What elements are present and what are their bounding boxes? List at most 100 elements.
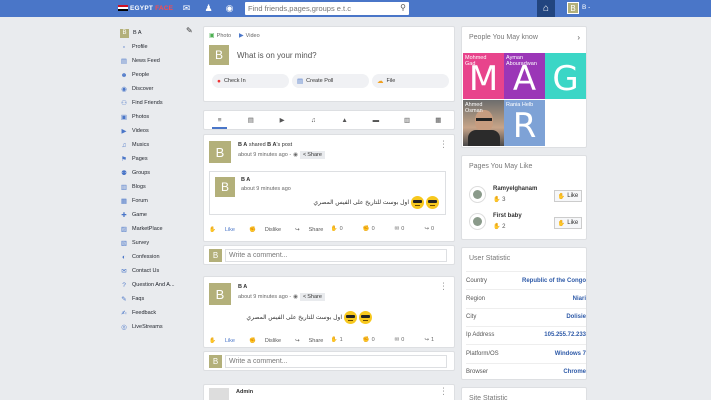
shared-post-time[interactable]: about 9 minutes ago [241,186,291,192]
page-name[interactable]: Ramyelghanam [493,186,537,192]
sidebar-item-videos[interactable]: ▶ Videos [120,124,200,138]
feed-filter-tab-5[interactable]: ▬ [360,111,391,129]
post-options-icon[interactable]: ⋮ [439,282,448,291]
post-options-icon[interactable]: ⋮ [439,387,448,396]
sidebar-item-question-and-a[interactable]: ? Question And A... [120,278,200,292]
like-count[interactable]: ✋ 1 [331,337,350,343]
page-name[interactable]: First baby [493,213,522,219]
composer-tab-video[interactable]: ▶ Video [239,32,260,40]
share-button[interactable]: ↪ Share [295,227,330,233]
edit-pencil-icon[interactable]: ✎ [186,26,193,35]
sidebar-item-survey[interactable]: ▧ Survey [120,236,200,250]
search-input[interactable] [245,2,393,15]
comment-input[interactable]: Write a comment... [225,354,447,368]
sidebar-item-livestreams[interactable]: ◎ LiveStreams [120,320,200,334]
left-sidebar: B B A ✎ ▫ Profile ▤ News Feed ☻ People ◉ Discov… [120,26,200,334]
site-logo[interactable]: EGYPT FACE [118,3,173,13]
dislike-button[interactable]: ✊ Dislike [249,338,288,344]
comment-avatar: B [209,354,222,368]
like-button[interactable]: ✋ Like [209,227,242,233]
like-count[interactable]: ✋ 0 [331,226,350,232]
feed-filter-tab-3[interactable]: ♫ [298,111,329,129]
comment-input[interactable]: Write a comment... [225,248,447,262]
top-user-avatar[interactable]: B [567,2,579,14]
sidebar-item-find-friends[interactable]: ⚇ Find Friends [120,96,200,110]
share-count[interactable]: ↪ 0 [424,226,441,232]
sidebar-item-profile[interactable]: ▫ Profile [120,40,200,54]
page-avatar[interactable] [469,186,486,203]
pymk-tile[interactable]: A Ayman Abouradwan [504,53,545,99]
messages-icon[interactable]: ✉ [181,3,192,14]
dislike-button[interactable]: ✊ Dislike [249,227,288,233]
post-time[interactable]: about 9 minutes ago - [238,152,291,158]
sidebar-item-photos[interactable]: ▣ Photos [120,110,200,124]
feed-filter-tab-4[interactable]: ▲ [329,111,360,129]
sidebar-item-groups[interactable]: ⚉ Groups [120,166,200,180]
shared-post-avatar[interactable]: B [215,177,235,197]
feed-filter-tab-2[interactable]: ▶ [267,111,298,129]
globe-icon[interactable]: ◉ [224,3,235,14]
feed-filter-tab-1[interactable]: ▤ [235,111,266,129]
post-author-avatar[interactable]: B [209,283,231,305]
dislike-count[interactable]: ✊ 0 [363,226,382,232]
like-button[interactable]: ✋ Like [209,338,242,344]
sidebar-item-label: LiveStreams [132,324,163,330]
sidebar-item-musics[interactable]: ♫ Musics [120,138,200,152]
post-options-icon[interactable]: ⋮ [439,140,448,149]
sidebar-item-marketplace[interactable]: ▨ MarketPlace [120,222,200,236]
sidebar-item-discover[interactable]: ◉ Discover [120,82,200,96]
feed-filter-tab-7[interactable]: ▦ [423,111,454,129]
post-author-name[interactable]: B A [238,142,247,148]
site-statistic: Site Statistic [461,387,587,400]
post-share-chip[interactable]: < Share [300,151,325,159]
sidebar-item-game[interactable]: ✚ Game [120,208,200,222]
page-avatar[interactable] [469,213,486,230]
post-author-name[interactable]: Admin [236,389,253,395]
post-author-avatar[interactable]: B [209,141,231,163]
shared-post-author[interactable]: B A [241,177,250,183]
pymk-tile[interactable]: Ahmed Osman [463,100,504,146]
chevron-right-icon[interactable]: › [577,33,580,42]
feed-filter-tab-6[interactable]: ▥ [392,111,423,129]
pymk-tile[interactable]: M Mohmed Gad [463,53,504,99]
share-icon: < [303,294,307,300]
sidebar-item-faqs[interactable]: ✎ Faqs [120,292,200,306]
pymk-tile[interactable]: R Rania Helb [504,100,545,146]
dislike-count[interactable]: ✊ 0 [363,337,382,343]
comment-box: B Write a comment... [203,245,455,265]
top-user-menu[interactable]: B - [582,4,590,11]
post-author-avatar[interactable] [209,388,229,400]
sidebar-item-feedback[interactable]: ✍ Feedback [120,306,200,320]
composer-tab-photo[interactable]: ▣ Photo [209,32,231,40]
composer-input[interactable]: What is on your mind? [237,51,317,60]
sidebar-user-name: B A [133,30,142,36]
sidebar-item-pages[interactable]: ⚑ Pages [120,152,200,166]
comment-count[interactable]: ✉ 0 [395,226,412,232]
post-share-chip[interactable]: < Share [300,293,325,301]
comment-count[interactable]: ✉ 0 [395,337,412,343]
page-like-button[interactable]: ✋ Like [554,190,582,202]
home-button[interactable]: ⌂ [537,0,555,17]
sidebar-user[interactable]: B B A ✎ [120,26,200,40]
check-in-button[interactable]: ● Check In [212,74,289,88]
post-author-name[interactable]: B A [238,284,247,290]
sidebar-item-blogs[interactable]: ▥ Blogs [120,180,200,194]
cloud-icon: ☁ [377,78,384,85]
post-time[interactable]: about 9 minutes ago - [238,294,291,300]
friend-requests-icon[interactable]: ♟ [203,3,214,14]
thumbs-up-icon: ✋ [209,338,216,344]
page-like-button[interactable]: ✋ Like [554,217,582,229]
pymk-tile[interactable]: G [545,53,586,99]
sidebar-item-contact-us[interactable]: ✉ Contact Us [120,264,200,278]
feed-filter-tab-0[interactable]: ≡ [204,111,235,129]
share-button[interactable]: ↪ Share [295,338,330,344]
sidebar-item-confession[interactable]: ◐ Confession [120,250,200,264]
stat-key: Country [466,277,488,284]
search-icon[interactable]: ⚲ [400,3,406,12]
sidebar-item-forum[interactable]: ▦ Forum [120,194,200,208]
share-count[interactable]: ↪ 1 [424,337,441,343]
sidebar-item-news-feed[interactable]: ▤ News Feed [120,54,200,68]
create-poll-button[interactable]: ▤ Create Poll [292,74,369,88]
file-button[interactable]: ☁ File [372,74,449,88]
sidebar-item-people[interactable]: ☻ People [120,68,200,82]
